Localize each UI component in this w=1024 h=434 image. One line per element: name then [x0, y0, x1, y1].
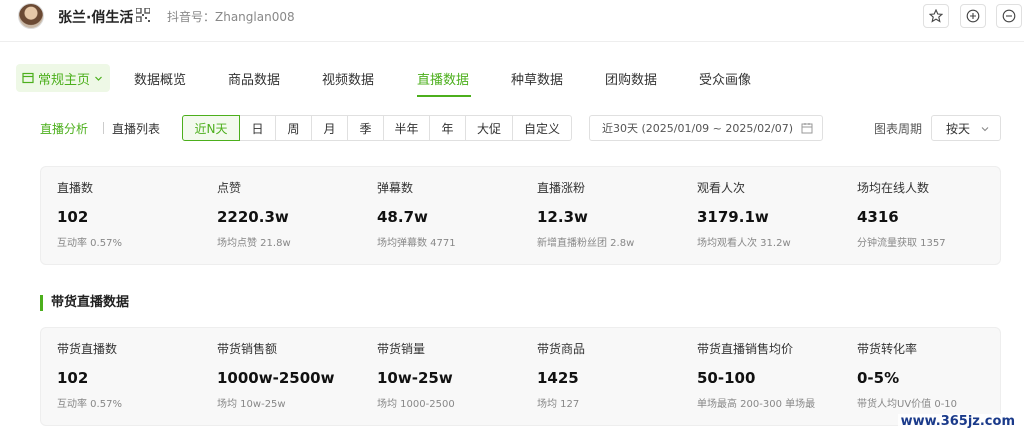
plus-circle-icon [966, 9, 980, 23]
home-page-icon [22, 72, 34, 84]
goods-stats-card: 带货直播数 102 互动率 0.57% 带货销售额 1000w-2500w 场均… [40, 327, 1001, 426]
period-selector: 近N天 日 周 月 季 半年 年 大促 自定义 [182, 115, 572, 141]
period-month[interactable]: 月 [311, 115, 348, 141]
stat-sub: 分钟流量获取 1357 [857, 238, 946, 249]
date-range-text: 近30天 (2025/01/09 ~ 2025/02/07) [602, 122, 794, 135]
stat-avg-price: 带货直播销售均价 50-100 单场最高 200-300 单场最 [697, 340, 853, 410]
stat-sub: 新增直播粉丝团 2.8w [537, 238, 635, 249]
stat-value: 4316 [857, 208, 899, 226]
stat-live-count: 直播数 102 互动率 0.57% [57, 179, 217, 249]
home-dropdown[interactable]: 常规主页 [16, 64, 110, 92]
tab-products[interactable]: 商品数据 [228, 69, 280, 88]
stat-label: 直播数 [57, 181, 94, 195]
stat-label: 带货转化率 [857, 342, 918, 356]
stat-label: 观看人次 [697, 181, 746, 195]
stat-label: 带货销售额 [217, 342, 278, 356]
stat-value: 102 [57, 208, 89, 226]
stat-sub: 互动率 0.57% [57, 238, 122, 249]
stat-follower-gain: 直播涨粉 12.3w 新增直播粉丝团 2.8w [537, 179, 697, 249]
period-custom[interactable]: 自定义 [512, 115, 572, 141]
stat-sales-amount: 带货销售额 1000w-2500w 场均 10w-25w [217, 340, 377, 410]
subtab-live-list[interactable]: 直播列表 [112, 120, 160, 137]
stat-value: 1000w-2500w [217, 369, 335, 387]
avatar[interactable] [18, 3, 44, 29]
more-button[interactable] [996, 4, 1022, 28]
stat-label: 带货商品 [537, 342, 586, 356]
stat-conversion-rate: 带货转化率 0-5% 带货人均UV价值 0-10 [857, 340, 997, 410]
stat-sub: 场均点赞 21.8w [217, 238, 291, 249]
stat-comments: 弹幕数 48.7w 场均弹幕数 4771 [377, 179, 537, 249]
douyin-id: 抖音号：Zhanglan008 [167, 10, 295, 24]
period-day[interactable]: 日 [239, 115, 276, 141]
tab-live[interactable]: 直播数据 [417, 69, 469, 88]
tab-overview[interactable]: 数据概览 [134, 69, 186, 88]
stat-label: 弹幕数 [377, 181, 414, 195]
chevron-down-icon [981, 127, 989, 132]
stat-goods-live-count: 带货直播数 102 互动率 0.57% [57, 340, 217, 410]
stat-sales-volume: 带货销量 10w-25w 场均 1000-2500 [377, 340, 537, 410]
filter-bar: 直播分析 直播列表 近N天 日 周 月 季 半年 年 大促 自定义 近30天 (… [0, 112, 1024, 144]
active-tab-indicator [417, 95, 471, 97]
stat-value: 50-100 [697, 369, 756, 387]
tab-audience[interactable]: 受众画像 [699, 69, 751, 88]
stat-sub: 场均 10w-25w [217, 399, 286, 410]
stat-value: 2220.3w [217, 208, 289, 226]
divider [103, 122, 104, 134]
stat-sub: 场均弹幕数 4771 [377, 238, 456, 249]
live-stats-card: 直播数 102 互动率 0.57% 点赞 2220.3w 场均点赞 21.8w … [40, 166, 1001, 265]
stat-sub: 场均观看人次 31.2w [697, 238, 791, 249]
stat-value: 0-5% [857, 369, 900, 387]
stat-label: 场均在线人数 [857, 181, 930, 195]
period-week[interactable]: 周 [275, 115, 312, 141]
tab-seeding[interactable]: 种草数据 [511, 69, 563, 88]
stat-goods-count: 带货商品 1425 场均 127 [537, 340, 697, 410]
favorite-button[interactable] [923, 4, 949, 28]
profile-header: 张兰·俏生活 抖音号：Zhanglan008 [0, 0, 1024, 42]
period-half-year[interactable]: 半年 [383, 115, 430, 141]
user-name: 张兰·俏生活 [58, 10, 134, 26]
add-button[interactable] [960, 4, 986, 28]
stat-sub: 场均 1000-2500 [377, 399, 455, 410]
tab-videos[interactable]: 视频数据 [322, 69, 374, 88]
stat-value: 3179.1w [697, 208, 769, 226]
tab-group-buy[interactable]: 团购数据 [605, 69, 657, 88]
stat-value: 102 [57, 369, 89, 387]
stat-value: 10w-25w [377, 369, 453, 387]
stat-label: 点赞 [217, 181, 242, 195]
subtab-live-analysis[interactable]: 直播分析 [40, 120, 88, 137]
stat-value: 12.3w [537, 208, 588, 226]
period-quarter[interactable]: 季 [347, 115, 384, 141]
period-year[interactable]: 年 [429, 115, 466, 141]
stat-sub: 单场最高 200-300 单场最 [697, 399, 816, 410]
period-near-n-days[interactable]: 近N天 [182, 115, 240, 141]
stat-value: 48.7w [377, 208, 428, 226]
stat-likes: 点赞 2220.3w 场均点赞 21.8w [217, 179, 377, 249]
watermark: www.365jz.com [897, 414, 1018, 429]
chart-period-select[interactable]: 按天 [931, 115, 1001, 141]
chevron-down-icon [95, 76, 102, 81]
calendar-icon [801, 123, 813, 134]
stat-value: 1425 [537, 369, 579, 387]
stat-label: 直播涨粉 [537, 181, 586, 195]
minus-circle-icon [1002, 9, 1016, 23]
star-icon [929, 9, 943, 23]
qr-code-icon[interactable] [136, 8, 150, 22]
stat-label: 带货直播销售均价 [697, 342, 794, 356]
stat-sub: 互动率 0.57% [57, 399, 122, 410]
date-range-picker[interactable]: 近30天 (2025/01/09 ~ 2025/02/07) [589, 115, 823, 141]
chart-period-label: 图表周期 [874, 122, 923, 136]
period-promotion[interactable]: 大促 [465, 115, 513, 141]
stat-label: 带货直播数 [57, 342, 118, 356]
home-label: 常规主页 [38, 72, 91, 88]
stat-views: 观看人次 3179.1w 场均观看人次 31.2w [697, 179, 857, 249]
section-title: 带货直播数据 [40, 295, 129, 311]
stat-avg-online: 场均在线人数 4316 分钟流量获取 1357 [857, 179, 997, 249]
stat-sub: 带货人均UV价值 0-10 [857, 399, 958, 410]
stat-sub: 场均 127 [537, 399, 580, 410]
main-nav: 常规主页 数据概览 商品数据 视频数据 直播数据 种草数据 团购数据 受众画像 [0, 58, 1024, 100]
chart-period-value: 按天 [946, 121, 971, 136]
stat-label: 带货销量 [377, 342, 426, 356]
